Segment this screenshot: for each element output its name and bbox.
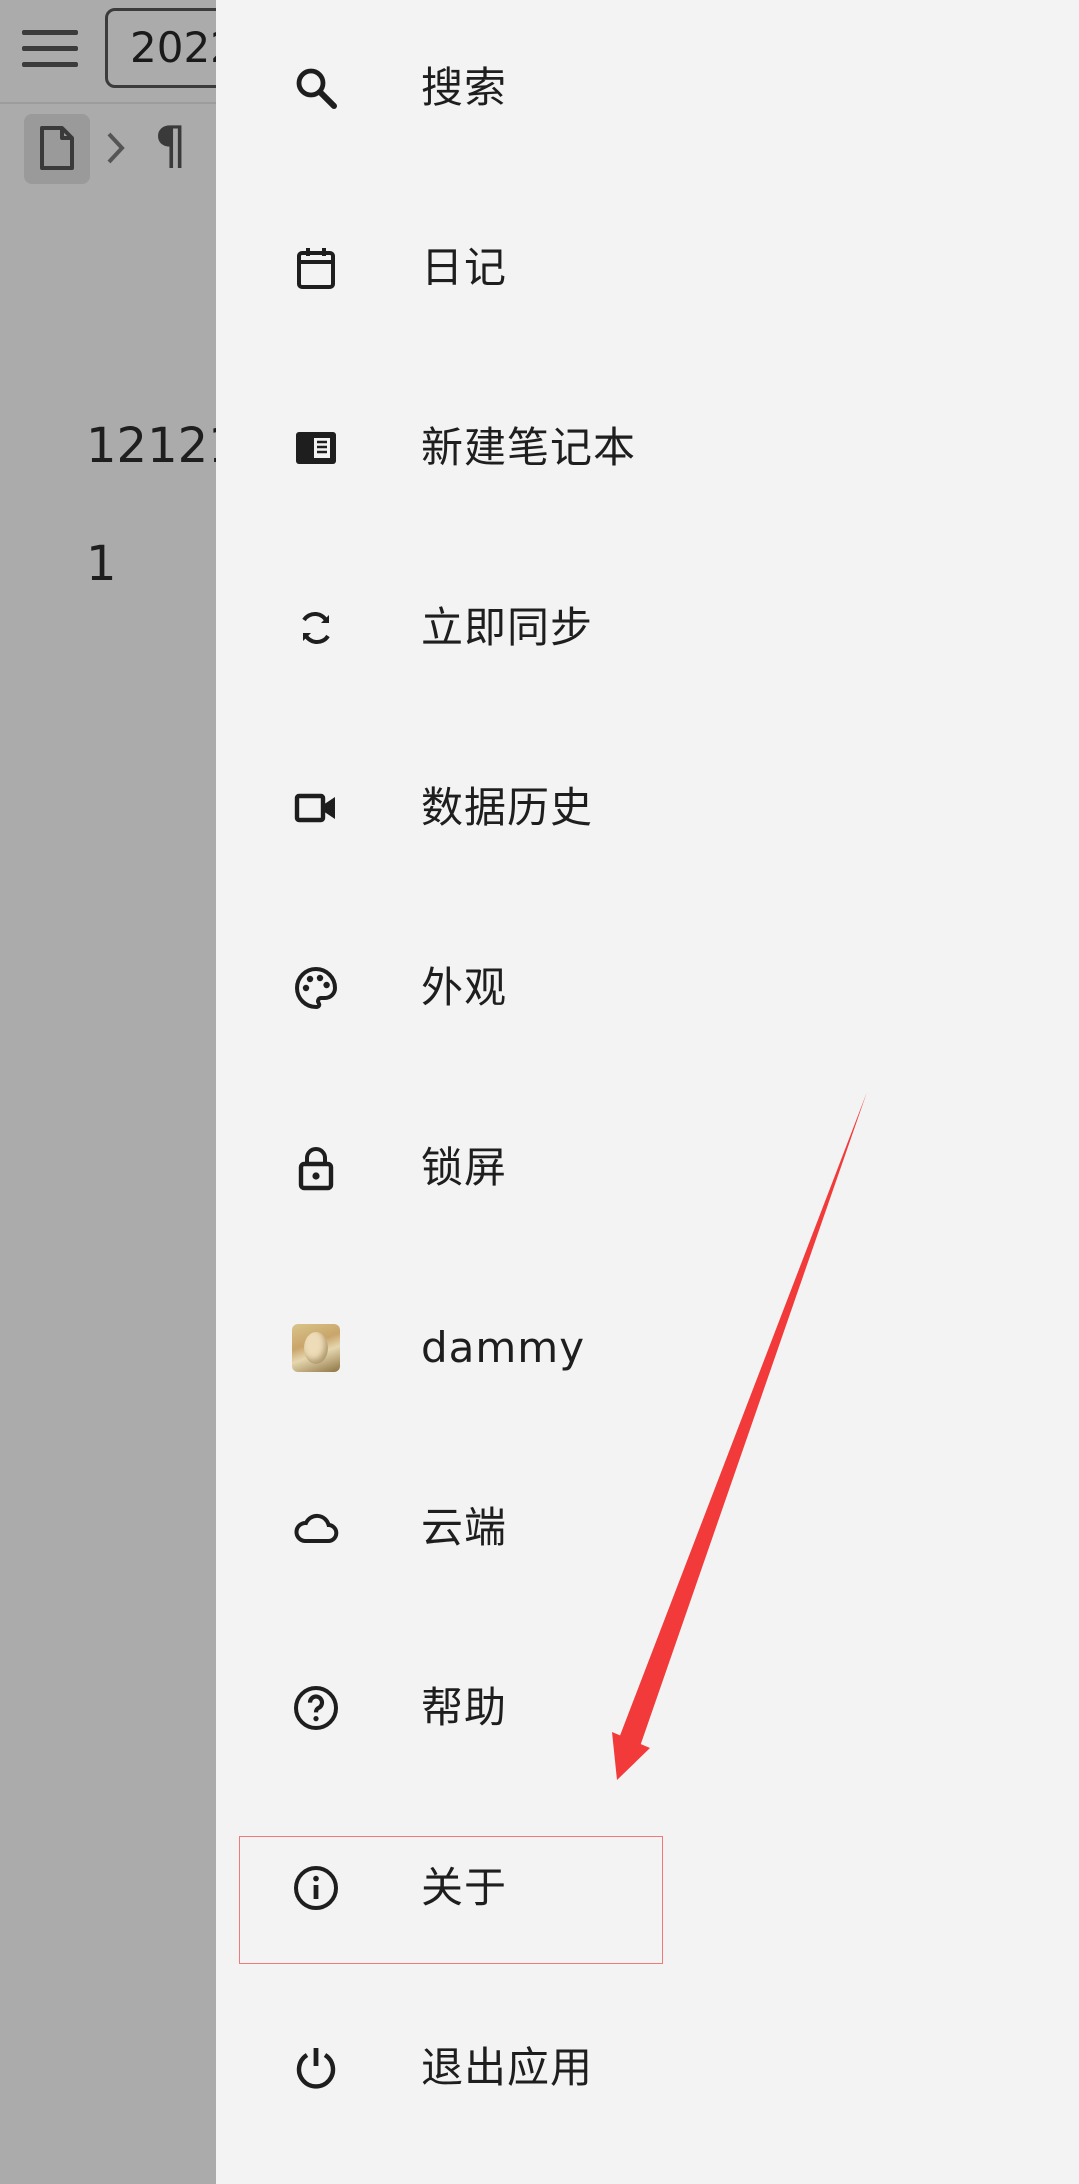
menu-item-help[interactable]: 帮助 [216,1648,1079,1768]
side-drawer: 搜索 日记 新建笔记本 立即同步 数据历史 外观 锁屏 dammy 云端 帮助 … [216,0,1079,2184]
cloud-icon [292,1504,340,1552]
info-icon [292,1864,340,1912]
menu-item-about[interactable]: 关于 [216,1828,1079,1948]
search-icon [292,64,340,112]
help-icon [292,1684,340,1732]
menu-item-label: 数据历史 [421,783,594,832]
video-camera-icon [292,784,340,832]
palette-icon [292,964,340,1012]
menu-item-label: 云端 [421,1503,508,1552]
breadcrumb-paragraph-icon[interactable]: ¶ [154,116,187,176]
power-icon [292,2044,340,2092]
calendar-icon [292,244,340,292]
lock-icon [292,1144,340,1192]
menu-item-label: dammy [421,1323,586,1372]
menu-item-label: 搜索 [421,63,508,112]
menu-item-cloud[interactable]: 云端 [216,1468,1079,1588]
content-line-2[interactable]: 1 [86,536,117,592]
menu-item-history[interactable]: 数据历史 [216,748,1079,868]
menu-item-sync[interactable]: 立即同步 [216,568,1079,688]
breadcrumb-chevron-icon [104,126,128,174]
menu-item-new-notebook[interactable]: 新建笔记本 [216,388,1079,508]
menu-item-label: 帮助 [421,1683,508,1732]
sync-icon [292,604,340,652]
menu-item-label: 立即同步 [421,603,594,652]
menu-item-label: 关于 [421,1863,508,1912]
menu-item-exit[interactable]: 退出应用 [216,2008,1079,2128]
menu-item-lock[interactable]: 锁屏 [216,1108,1079,1228]
menu-item-label: 外观 [421,963,508,1012]
menu-item-label: 退出应用 [421,2043,594,2092]
menu-icon[interactable] [22,30,78,70]
menu-item-label: 锁屏 [421,1143,508,1192]
menu-item-label: 日记 [421,243,508,292]
avatar [292,1324,340,1372]
menu-item-journal[interactable]: 日记 [216,208,1079,328]
menu-item-appearance[interactable]: 外观 [216,928,1079,1048]
menu-item-label: 新建笔记本 [421,423,637,472]
breadcrumb-document-icon[interactable] [24,114,90,184]
menu-item-search[interactable]: 搜索 [216,28,1079,148]
notebook-icon [292,424,340,472]
menu-item-account[interactable]: dammy [216,1288,1079,1408]
